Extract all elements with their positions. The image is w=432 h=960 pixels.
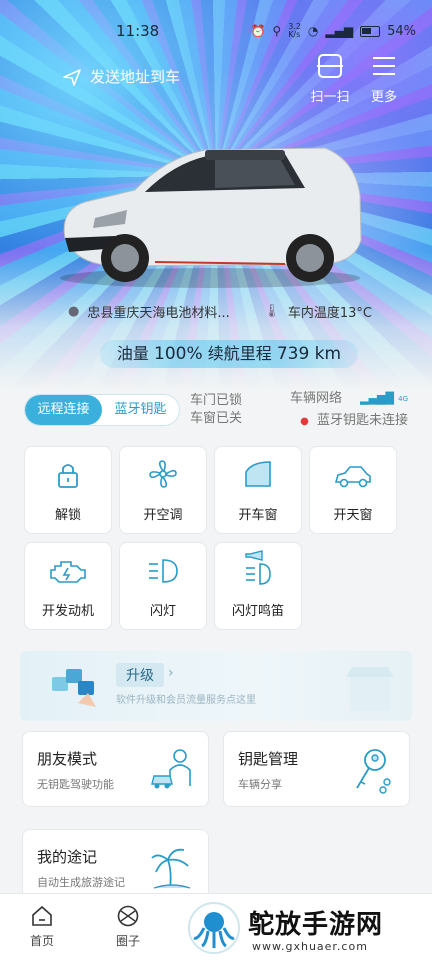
- bt-status-row: ● 蓝牙钥匙未连接: [290, 410, 408, 433]
- scan-icon: [317, 54, 343, 78]
- signal-4g-icon: ▂▄▆█: [360, 392, 394, 405]
- watermark-url: www.gxhuaer.com: [252, 940, 368, 953]
- network-label: 车辆网络: [289, 391, 342, 406]
- pin-icon: ●: [68, 304, 80, 319]
- store-icon: [346, 667, 394, 711]
- tab-circle-label: 圈子: [115, 934, 140, 948]
- temp-item: 🌡 车内温度13°C: [263, 302, 372, 321]
- journey-title: 我的途记: [37, 848, 98, 866]
- status-dot-icon: ●: [300, 416, 309, 427]
- signal-icon: ▂▄▆: [325, 24, 354, 38]
- send-address-label: 发送地址到车: [90, 68, 181, 86]
- control-label: 开车窗: [238, 508, 278, 523]
- location-text: 忠县重庆天海电池材料...: [87, 306, 230, 321]
- control-label: 闪灯鸣笛: [231, 604, 284, 619]
- journey-subtitle: 自动生成旅游途记: [37, 876, 125, 889]
- flash-lights-button[interactable]: 闪灯: [119, 542, 207, 630]
- battery-icon: [360, 25, 381, 37]
- send-icon: [63, 68, 81, 86]
- cabin-temp: 车内温度13°C: [287, 306, 372, 321]
- bt-status: 蓝牙钥匙未连接: [316, 413, 408, 428]
- network-status: 车辆网络 ▂▄▆█ 4G ● 蓝牙钥匙未连接: [290, 388, 408, 433]
- upgrade-banner[interactable]: 升级 › 软件升级和会员流量服务点这里: [20, 651, 412, 721]
- circle-icon: [117, 905, 139, 927]
- fuel-label: 油量: [116, 344, 149, 363]
- key-management-card[interactable]: 钥匙管理 车辆分享: [223, 731, 410, 807]
- home-icon: [32, 905, 52, 926]
- upgrade-title: 升级: [116, 663, 164, 687]
- headlight-icon: [149, 559, 178, 583]
- upgrade-subtitle: 软件升级和会员流量服务点这里: [116, 695, 256, 706]
- network-row: 车辆网络 ▂▄▆█ 4G: [290, 388, 408, 410]
- control-grid: 解锁 开空调 开车窗 开天窗 开发动机 闪灯 闪灯鸣笛: [24, 446, 402, 630]
- thermometer-icon: 🌡: [263, 304, 280, 319]
- window-icon: [245, 461, 271, 487]
- key-management-subtitle: 车辆分享: [238, 778, 282, 791]
- control-label: 开发动机: [41, 604, 94, 619]
- window-status: 车窗已关: [190, 411, 243, 426]
- vehicle-info-row: ● 忠县重庆天海电池材料... 🌡 车内温度13°C: [68, 302, 372, 321]
- bluetooth-key-tab[interactable]: 蓝牙钥匙: [102, 395, 179, 425]
- fuel-value: 100%: [154, 344, 203, 364]
- scan-button[interactable]: 扫一扫: [308, 52, 352, 105]
- range-value: 739 km: [276, 344, 342, 364]
- location-icon: ⚲: [272, 24, 282, 38]
- more-button[interactable]: 更多: [362, 52, 406, 105]
- unlock-icon: [58, 464, 78, 488]
- tab-circle[interactable]: 圈子: [108, 904, 148, 949]
- send-address-button[interactable]: 发送地址到车: [62, 66, 180, 87]
- net-speed: 3.2 K/s: [288, 22, 301, 39]
- more-label: 更多: [370, 90, 397, 105]
- engine-icon: [50, 561, 86, 583]
- door-status: 车门已锁: [190, 393, 243, 408]
- key-management-title: 钥匙管理: [238, 750, 299, 768]
- fan-icon: [149, 460, 177, 488]
- open-sunroof-button[interactable]: 开天窗: [309, 446, 397, 534]
- control-label: 解锁: [54, 508, 81, 523]
- octopus-icon: [193, 912, 235, 948]
- watermark-name: 鸵放手游网: [248, 910, 384, 940]
- alarm-icon: ⏰: [250, 24, 266, 38]
- unlock-button[interactable]: 解锁: [24, 446, 112, 534]
- tab-home[interactable]: 首页: [22, 904, 62, 949]
- control-label: 开空调: [143, 508, 183, 523]
- start-engine-button[interactable]: 开发动机: [24, 542, 112, 630]
- lock-status: 车门已锁 车窗已关: [190, 392, 242, 428]
- status-time: 11:38: [116, 22, 160, 40]
- sunroof-icon: [334, 466, 371, 488]
- horn-light-icon: [245, 550, 271, 585]
- open-window-button[interactable]: 开车窗: [214, 446, 302, 534]
- flash-horn-button[interactable]: 闪灯鸣笛: [214, 542, 302, 630]
- watermark-logo: [188, 902, 240, 954]
- key-icon: [356, 749, 391, 794]
- tab-home-label: 首页: [29, 934, 54, 948]
- journey-card[interactable]: 我的途记 自动生成旅游途记: [22, 829, 209, 899]
- range-label: 续航里程: [207, 344, 272, 363]
- status-indicators: ⏰ ⚲ 3.2 K/s ◔ ▂▄▆ 54%: [250, 23, 416, 39]
- connection-toggle: 远程连接 蓝牙钥匙: [24, 394, 180, 426]
- status-bar: 11:38 ⏰ ⚲ 3.2 K/s ◔ ▂▄▆ 54%: [0, 0, 432, 60]
- control-label: 闪灯: [149, 604, 176, 619]
- remote-connect-tab[interactable]: 远程连接: [25, 395, 102, 425]
- wifi-icon: ◔: [307, 24, 319, 38]
- scan-label: 扫一扫: [310, 90, 350, 105]
- palm-tree-icon: [151, 848, 191, 889]
- friend-mode-card[interactable]: 朋友模式 无钥匙驾驶功能: [22, 731, 209, 807]
- control-label: 开天窗: [333, 508, 373, 523]
- friend-car-icon: [151, 749, 191, 789]
- network-badge: 4G: [398, 395, 408, 403]
- location-item: ● 忠县重庆天海电池材料...: [68, 302, 230, 321]
- friend-mode-title: 朋友模式: [37, 750, 98, 768]
- upgrade-illustration-icon: [52, 669, 96, 707]
- battery-level: 54%: [387, 23, 416, 39]
- ac-button[interactable]: 开空调: [119, 446, 207, 534]
- fuel-range-bar: 油量 100% 续航里程 739 km: [100, 340, 358, 368]
- chevron-right-icon: ›: [168, 665, 174, 681]
- car-image: [60, 147, 362, 288]
- menu-icon: [373, 57, 395, 75]
- friend-mode-subtitle: 无钥匙驾驶功能: [37, 778, 114, 791]
